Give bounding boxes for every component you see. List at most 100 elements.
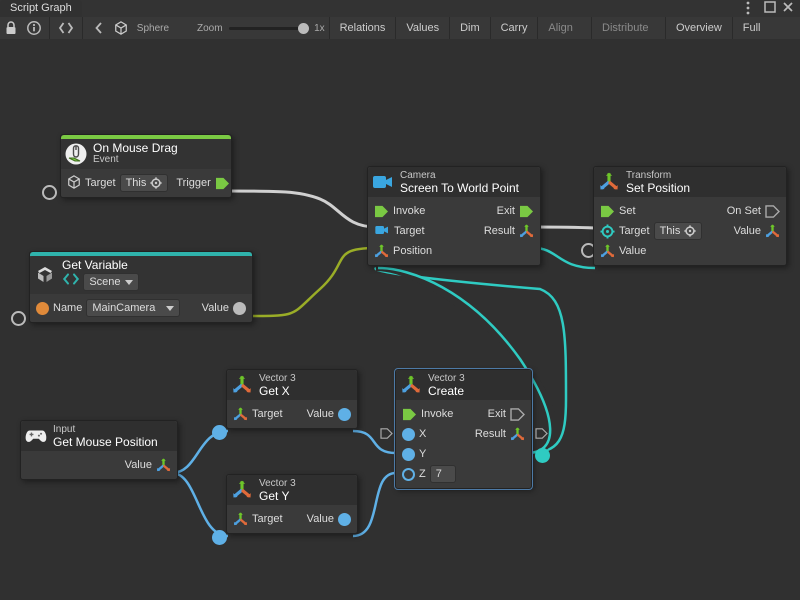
panel-tab[interactable]: Script Graph <box>0 0 82 17</box>
port-value: Value <box>307 513 334 525</box>
zoom-value: 1x <box>314 23 325 34</box>
node-title: On Mouse Drag <box>93 142 178 154</box>
node-title: Get Mouse Position <box>53 436 158 448</box>
port-in[interactable] <box>212 530 227 545</box>
port-out[interactable] <box>233 302 246 315</box>
scope-dropdown[interactable]: Scene <box>83 273 138 291</box>
port-value: Value <box>619 245 646 257</box>
lock-icon[interactable] <box>4 20 19 36</box>
flow-out-hollow[interactable] <box>535 428 546 439</box>
vector3-icon <box>519 224 534 239</box>
overview-button[interactable]: Overview <box>670 19 728 37</box>
flow-in-icon[interactable] <box>402 408 417 421</box>
flow-out-icon[interactable] <box>765 205 780 218</box>
graph-canvas[interactable]: On Mouse DragEvent Target This Trigger G… <box>0 39 800 600</box>
node-on-mouse-drag[interactable]: On Mouse DragEvent Target This Trigger <box>60 134 232 198</box>
port-set: Set <box>619 205 636 217</box>
node-title: Get X <box>259 385 296 397</box>
port-in[interactable] <box>212 425 227 440</box>
distribute-dropdown[interactable]: Distribute <box>596 19 661 37</box>
port-name: Name <box>53 302 82 314</box>
values-button[interactable]: Values <box>400 19 445 37</box>
align-dropdown[interactable]: Align <box>542 19 587 37</box>
port-value: Value <box>202 302 229 314</box>
graph-code-icon[interactable] <box>58 20 74 36</box>
port-position: Position <box>393 245 432 257</box>
node-title: Get Variable <box>62 259 139 271</box>
flow-in-hollow[interactable] <box>380 428 391 439</box>
vector3-icon <box>231 374 253 396</box>
fullscreen-button[interactable]: Full Screen <box>737 19 800 37</box>
node-title: Get Y <box>259 490 296 502</box>
carry-button[interactable]: Carry <box>495 19 534 37</box>
vector3-icon <box>765 224 780 239</box>
port-z-label: Z <box>419 468 426 480</box>
breadcrumb-sphere-icon <box>114 20 129 36</box>
flow-in-icon[interactable] <box>600 205 615 218</box>
camera-small-icon <box>374 224 390 239</box>
breadcrumb-back-icon[interactable] <box>91 20 106 36</box>
port-value: Value <box>125 459 152 471</box>
port-out[interactable] <box>338 408 351 421</box>
relations-button[interactable]: Relations <box>334 19 392 37</box>
toolbar: Sphere Zoom 1x Relations Values Dim Carr… <box>0 17 800 40</box>
port-value: Value <box>307 408 334 420</box>
node-screen-to-world-point[interactable]: CameraScreen To World Point Invoke Exit … <box>367 166 541 266</box>
port-out[interactable] <box>338 513 351 526</box>
mouse-event-icon <box>65 143 87 165</box>
node-get-mouse-position[interactable]: InputGet Mouse Position Value <box>20 420 178 480</box>
node-title: Screen To World Point <box>400 182 519 194</box>
node-title: Create <box>428 385 465 397</box>
port-target: Target <box>252 408 283 420</box>
external-port[interactable] <box>11 311 26 326</box>
z-field[interactable]: 7 <box>430 465 456 483</box>
vector3-icon <box>233 512 248 527</box>
port-y-label: Y <box>419 448 426 460</box>
variable-icon <box>62 274 80 288</box>
dim-button[interactable]: Dim <box>454 19 486 37</box>
flow-out-icon[interactable] <box>519 205 534 218</box>
node-get-y[interactable]: Vector 3Get Y Target Value <box>226 474 358 534</box>
cube-icon <box>67 175 81 192</box>
zoom-knob[interactable] <box>298 23 309 34</box>
port-x[interactable] <box>402 428 415 441</box>
node-set-position[interactable]: TransformSet Position Set On Set Target … <box>593 166 787 266</box>
breadcrumb-item[interactable]: Sphere <box>137 23 169 34</box>
port-in[interactable] <box>36 302 49 315</box>
port-result-ext[interactable] <box>535 448 550 463</box>
external-port[interactable] <box>42 185 57 200</box>
port-onset: On Set <box>727 205 761 217</box>
variable-name-field[interactable]: MainCamera <box>86 299 180 317</box>
info-icon[interactable] <box>27 20 42 36</box>
node-get-variable[interactable]: Get Variable Scene Name MainCamera Value <box>29 251 253 323</box>
zoom-slider[interactable] <box>229 27 305 30</box>
node-vector3-create[interactable]: Vector 3Create Invoke Exit X Result Y <box>395 369 532 489</box>
window-menu-icon[interactable] <box>746 1 758 13</box>
gamepad-icon <box>25 425 47 447</box>
port-invoke: Invoke <box>421 408 453 420</box>
vector3-icon <box>400 374 422 396</box>
vector3-icon <box>374 244 389 259</box>
maximize-icon[interactable] <box>764 1 776 13</box>
port-invoke: Invoke <box>393 205 425 217</box>
vector3-icon <box>231 479 253 501</box>
target-field[interactable]: This <box>654 222 703 240</box>
node-title: Set Position <box>626 182 690 194</box>
close-icon[interactable] <box>782 1 794 13</box>
port-x-label: X <box>419 428 426 440</box>
flow-in-icon[interactable] <box>374 205 389 218</box>
target-field[interactable]: This <box>120 174 169 192</box>
port-z[interactable] <box>402 468 415 481</box>
flow-out-icon[interactable] <box>215 177 230 190</box>
vector3-icon <box>598 171 620 193</box>
flow-out-icon[interactable] <box>510 408 525 421</box>
port-target: Target <box>394 225 425 237</box>
port-y[interactable] <box>402 448 415 461</box>
port-result: Result <box>484 225 515 237</box>
vector3-icon <box>156 458 171 473</box>
target-icon <box>600 224 615 239</box>
port-exit: Exit <box>488 408 506 420</box>
zoom-label: Zoom <box>197 23 223 34</box>
port-trigger: Trigger <box>176 177 210 189</box>
node-get-x[interactable]: Vector 3Get X Target Value <box>226 369 358 429</box>
